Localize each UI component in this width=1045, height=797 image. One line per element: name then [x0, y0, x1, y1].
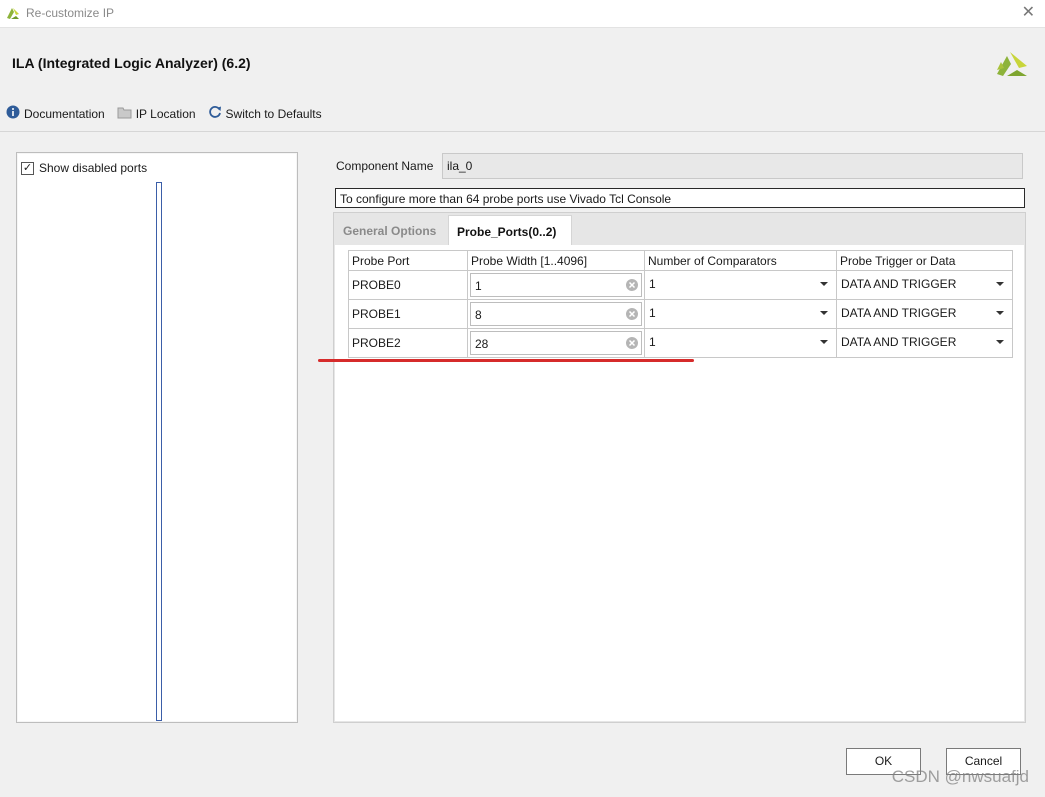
- dropdown-arrow-icon: [820, 311, 828, 315]
- vivado-app-icon: [5, 5, 21, 24]
- refresh-icon: [208, 105, 222, 122]
- dropdown-arrow-icon: [820, 282, 828, 286]
- clear-icon[interactable]: [626, 308, 638, 323]
- tab-probe-ports[interactable]: Probe_Ports(0..2): [448, 215, 572, 245]
- folder-icon: [117, 106, 132, 122]
- component-name-field[interactable]: ila_0: [442, 153, 1023, 179]
- checkbox-box[interactable]: ✓: [21, 161, 34, 175]
- probe-width-input[interactable]: 28: [470, 331, 642, 355]
- documentation-label: Documentation: [24, 106, 105, 121]
- switch-to-defaults-label: Switch to Defaults: [225, 106, 322, 121]
- probe-width-cell: 1: [467, 270, 645, 300]
- trigger-type-dropdown[interactable]: DATA AND TRIGGER: [836, 270, 1013, 300]
- probe-port-name: PROBE0: [348, 270, 468, 300]
- options-tab-panel: General Options Probe_Ports(0..2) Probe …: [333, 212, 1026, 723]
- switch-to-defaults-button[interactable]: Switch to Defaults: [208, 105, 322, 122]
- probe-width-input[interactable]: 8: [470, 302, 642, 326]
- probe-width-value: 28: [475, 337, 489, 351]
- show-disabled-ports-checkbox[interactable]: ✓ Show disabled ports: [21, 161, 147, 175]
- trigger-type-value: DATA AND TRIGGER: [841, 306, 957, 320]
- window-title: Re-customize IP: [26, 6, 115, 20]
- annotation-underline: [318, 359, 694, 362]
- ip-toolbar: Documentation IP Location Switch to Defa…: [6, 105, 334, 122]
- clear-icon[interactable]: [626, 337, 638, 352]
- column-header: Probe Trigger or Data: [836, 250, 1013, 271]
- dropdown-arrow-icon: [996, 311, 1004, 315]
- table-row: PROBE2 28 1 DATA AND TRIGGER: [348, 328, 1013, 358]
- tcl-console-note: To configure more than 64 probe ports us…: [335, 188, 1025, 208]
- component-name-label: Component Name: [336, 159, 434, 173]
- checkmark-icon: ✓: [22, 161, 33, 174]
- comparators-value: 1: [649, 335, 656, 349]
- watermark: CSDN @nwsuafjd: [891, 767, 1029, 786]
- dropdown-arrow-icon: [996, 282, 1004, 286]
- comparators-dropdown[interactable]: 1: [644, 328, 837, 358]
- table-row: PROBE0 1 1 DATA AND TRIGGER: [348, 270, 1013, 300]
- table-row: PROBE1 8 1 DATA AND TRIGGER: [348, 299, 1013, 329]
- probe-width-value: 1: [475, 279, 482, 293]
- ip-title: ILA (Integrated Logic Analyzer) (6.2): [12, 55, 251, 71]
- probe-port-name: PROBE1: [348, 299, 468, 329]
- comparators-dropdown[interactable]: 1: [644, 299, 837, 329]
- column-header: Number of Comparators: [644, 250, 837, 271]
- tab-general-options[interactable]: General Options: [335, 215, 446, 245]
- probe-width-cell: 28: [467, 328, 645, 358]
- trigger-type-dropdown[interactable]: DATA AND TRIGGER: [836, 299, 1013, 329]
- probe-port-name: PROBE2: [348, 328, 468, 358]
- xilinx-logo-icon: [995, 46, 1029, 83]
- column-header: Probe Port: [348, 250, 468, 271]
- probe-ports-tab-content: Probe Port Probe Width [1..4096] Number …: [335, 245, 1024, 721]
- symbol-panel: ✓ Show disabled ports: [16, 152, 298, 723]
- ip-symbol-port-bar: [156, 182, 162, 721]
- ip-location-button[interactable]: IP Location: [117, 106, 196, 122]
- title-bar: Re-customize IP ✕: [0, 0, 1045, 28]
- probe-width-input[interactable]: 1: [470, 273, 642, 297]
- trigger-type-dropdown[interactable]: DATA AND TRIGGER: [836, 328, 1013, 358]
- clear-icon[interactable]: [626, 279, 638, 294]
- comparators-value: 1: [649, 277, 656, 291]
- show-disabled-ports-label: Show disabled ports: [39, 161, 148, 175]
- dropdown-arrow-icon: [820, 340, 828, 344]
- table-header-row: Probe Port Probe Width [1..4096] Number …: [348, 250, 1013, 271]
- probe-width-cell: 8: [467, 299, 645, 329]
- dialog-header: ILA (Integrated Logic Analyzer) (6.2) Do…: [0, 28, 1045, 132]
- comparators-value: 1: [649, 306, 656, 320]
- column-header: Probe Width [1..4096]: [467, 250, 645, 271]
- trigger-type-value: DATA AND TRIGGER: [841, 277, 957, 291]
- trigger-type-value: DATA AND TRIGGER: [841, 335, 957, 349]
- ip-location-label: IP Location: [135, 106, 196, 121]
- probe-ports-table: Probe Port Probe Width [1..4096] Number …: [348, 250, 1013, 358]
- dropdown-arrow-icon: [996, 340, 1004, 344]
- close-icon[interactable]: ✕: [1022, 5, 1035, 21]
- comparators-dropdown[interactable]: 1: [644, 270, 837, 300]
- documentation-button[interactable]: Documentation: [6, 105, 105, 122]
- info-icon: [6, 105, 20, 122]
- probe-width-value: 8: [475, 308, 482, 322]
